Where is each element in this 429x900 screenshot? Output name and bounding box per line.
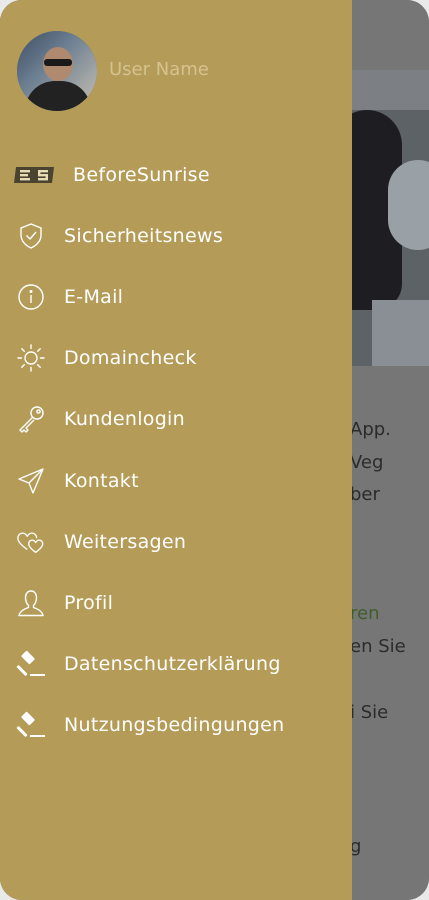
background-text-line: ren — [350, 603, 380, 624]
menu-item-label: Kundenlogin — [64, 408, 185, 431]
info-circle-icon — [16, 282, 46, 312]
menu-item-kundenlogin[interactable]: Kundenlogin — [0, 389, 352, 450]
menu-item-label: Domaincheck — [64, 347, 197, 370]
user-name: User Name — [109, 59, 209, 80]
hearts-icon — [16, 527, 46, 557]
menu-item-weitersagen[interactable]: Weitersagen — [0, 511, 352, 572]
menu-item-label: Weitersagen — [64, 530, 187, 553]
sun-icon — [16, 343, 46, 373]
menu-item-label: Nutzungsbedingungen — [64, 714, 285, 737]
menu-item-label: Sicherheitsnews — [64, 224, 224, 247]
menu-item-nutzungsbedingungen[interactable]: Nutzungsbedingungen — [0, 695, 352, 756]
menu-item-label: Kontakt — [64, 469, 139, 492]
hero-image — [352, 70, 429, 366]
menu-item-label: Datenschutzerklärung — [64, 653, 281, 676]
menu-item-kontakt[interactable]: Kontakt — [0, 450, 352, 511]
paper-plane-icon — [16, 466, 46, 496]
menu-item-profil[interactable]: Profil — [0, 572, 352, 633]
background-text-line: ber — [350, 484, 380, 505]
menu-item-domaincheck[interactable]: Domaincheck — [0, 328, 352, 389]
menu-item-beforesunrise[interactable]: BeforeSunrise — [0, 144, 352, 205]
menu-item-label: BeforeSunrise — [73, 163, 210, 186]
background-text-line: App. — [350, 419, 391, 440]
key-icon — [16, 404, 46, 434]
background-text-line: Veg — [350, 452, 384, 473]
gavel-icon — [16, 710, 46, 740]
drawer-menu: BeforeSunrise Sicherheitsnews E-Mail Dom… — [0, 144, 352, 756]
background-text-line: i Sie — [350, 702, 389, 723]
shield-check-icon — [16, 221, 46, 251]
menu-item-email[interactable]: E-Mail — [0, 266, 352, 327]
menu-item-sicherheitsnews[interactable]: Sicherheitsnews — [0, 205, 352, 266]
beforesunrise-logo-icon — [14, 160, 56, 190]
side-drawer: User Name BeforeSunrise Sicherheitsnews … — [0, 0, 352, 900]
avatar[interactable] — [17, 31, 97, 111]
user-icon — [16, 588, 46, 618]
background-text-line: en Sie — [350, 636, 406, 657]
menu-item-label: E-Mail — [64, 285, 124, 308]
app-frame: App. Veg ber ren en Sie i Sie g User Nam… — [0, 0, 429, 900]
menu-item-label: Profil — [64, 591, 114, 614]
menu-item-datenschutzerklaerung[interactable]: Datenschutzerklärung — [0, 634, 352, 695]
gavel-icon — [16, 649, 46, 679]
